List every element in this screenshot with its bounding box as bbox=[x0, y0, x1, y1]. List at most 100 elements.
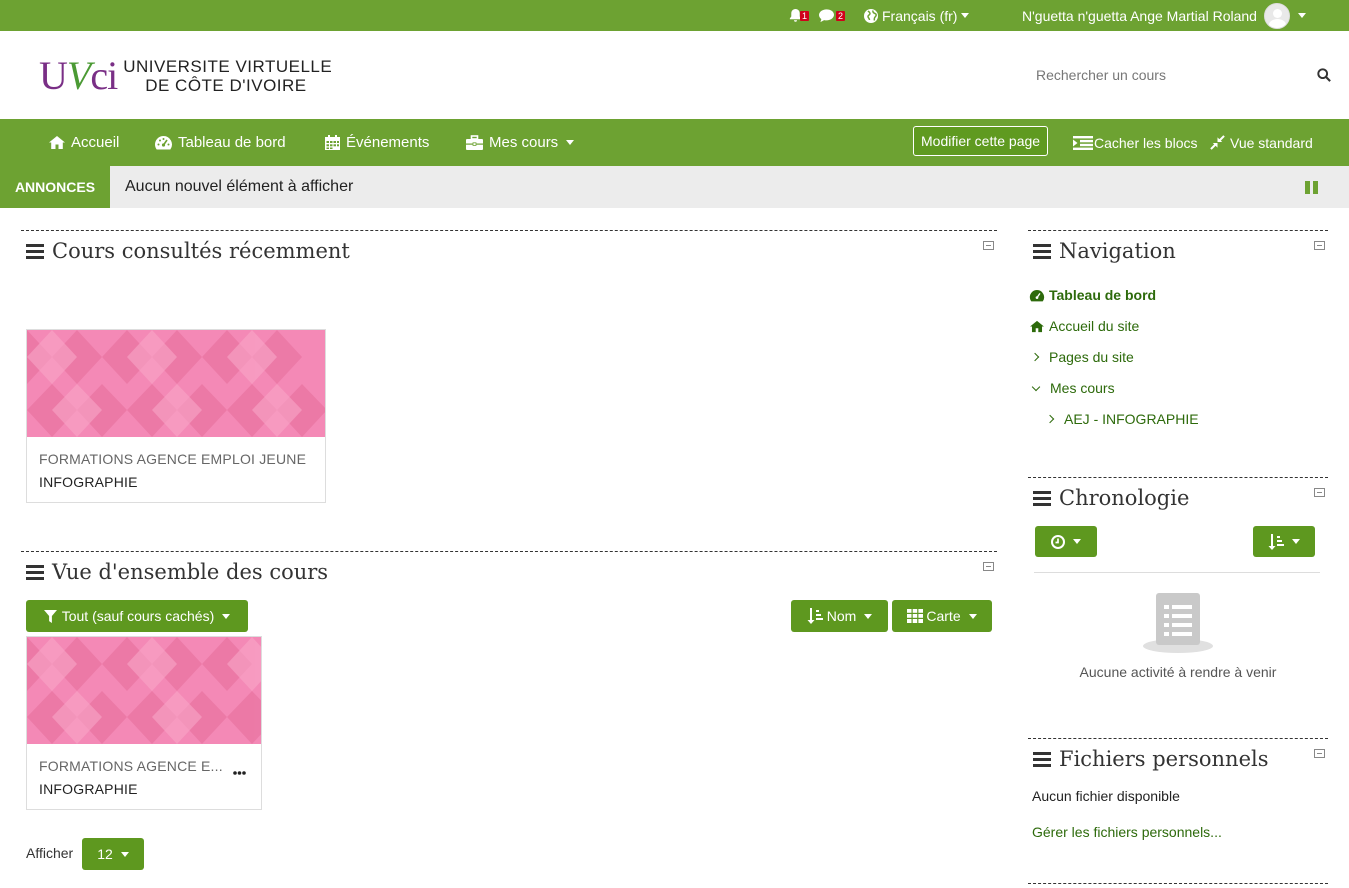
globe-icon bbox=[864, 8, 878, 23]
collapse-block-icon[interactable] bbox=[983, 562, 994, 571]
block-title-text: Navigation bbox=[1059, 239, 1176, 263]
block-title: Vue d'ensemble des cours bbox=[26, 560, 328, 584]
recent-courses-block: Cours consultés récemment FORMATIONS AGE… bbox=[21, 230, 997, 530]
nav-my-courses-label: Mes cours bbox=[489, 134, 559, 151]
search-input[interactable] bbox=[1024, 67, 1304, 83]
timeline-sort[interactable] bbox=[1253, 526, 1315, 557]
nav-tree-label: Mes cours bbox=[1050, 380, 1115, 396]
course-card[interactable]: FORMATIONS AGENCE EMPLOI JEUNE INFOGRAPH… bbox=[26, 329, 326, 503]
view-label: Carte bbox=[926, 608, 961, 624]
chevron-down-icon bbox=[222, 613, 231, 619]
nav-tree-site-home[interactable]: Accueil du site bbox=[1029, 318, 1139, 334]
nav-tree-my-courses[interactable]: Mes cours bbox=[1031, 380, 1115, 396]
announcement-bar: ANNONCES Aucun nouvel élément à afficher bbox=[0, 166, 1349, 208]
logo-line-2: DE CÔTE D'IVOIRE bbox=[145, 76, 307, 95]
chevron-down-icon bbox=[961, 13, 970, 18]
notifications-toggle[interactable]: 1 bbox=[788, 0, 810, 31]
collapse-block-icon[interactable] bbox=[1314, 749, 1325, 758]
messages-toggle[interactable]: 2 bbox=[818, 0, 846, 31]
timeline-date-filter[interactable] bbox=[1035, 526, 1097, 557]
collapse-block-icon[interactable] bbox=[1314, 488, 1325, 497]
course-image bbox=[27, 330, 325, 437]
course-card[interactable]: FORMATIONS AGENCE E... INFOGRAPHIE bbox=[26, 636, 262, 810]
chevron-down-icon bbox=[120, 851, 129, 857]
home-icon bbox=[1030, 320, 1044, 332]
sort-amount-icon bbox=[1268, 533, 1284, 550]
dashboard-icon bbox=[155, 136, 172, 150]
language-menu[interactable]: Français (fr) bbox=[863, 0, 970, 31]
top-bar: 1 2 Français (fr) N'guetta n'guetta Ange… bbox=[0, 0, 1349, 31]
hamburger-icon bbox=[1033, 243, 1051, 259]
avatar bbox=[1263, 2, 1290, 29]
course-filter-dropdown[interactable]: Tout (sauf cours cachés) bbox=[26, 600, 248, 632]
chevron-right-icon bbox=[1030, 352, 1040, 362]
briefcase-icon bbox=[466, 134, 483, 150]
private-files-block: Fichiers personnels Aucun fichier dispon… bbox=[1028, 738, 1328, 884]
hide-blocks-toggle[interactable]: Cacher les blocs bbox=[1073, 119, 1198, 166]
nav-events-label: Événements bbox=[346, 134, 430, 151]
nav-my-courses[interactable]: Mes cours bbox=[465, 119, 575, 166]
standard-view-label: Vue standard bbox=[1230, 134, 1313, 151]
more-options-icon[interactable] bbox=[233, 762, 246, 778]
nav-events[interactable]: Événements bbox=[324, 119, 429, 166]
chevron-down-icon bbox=[566, 140, 575, 145]
filter-icon bbox=[43, 609, 57, 623]
per-page-dropdown[interactable]: 12 bbox=[82, 838, 144, 870]
hamburger-icon bbox=[1033, 751, 1051, 767]
nav-home[interactable]: Accueil bbox=[48, 119, 119, 166]
nav-tree-label: Tableau de bord bbox=[1049, 287, 1157, 303]
course-overview-block: Vue d'ensemble des cours Tout (sauf cour… bbox=[21, 551, 997, 888]
nav-dashboard-label: Tableau de bord bbox=[178, 134, 286, 151]
hamburger-icon bbox=[26, 243, 44, 259]
view-dropdown[interactable]: Carte bbox=[892, 600, 992, 632]
user-menu[interactable]: N'guetta n'guetta Ange Martial Roland bbox=[1022, 0, 1306, 31]
sort-amount-icon bbox=[807, 608, 823, 624]
chevron-down-icon bbox=[1031, 382, 1041, 391]
logo-text: UNIVERSITE VIRTUELLE DE CÔTE D'IVOIRE bbox=[123, 57, 332, 95]
site-logo[interactable]: UVci UNIVERSITE VIRTUELLE DE CÔTE D'IVOI… bbox=[39, 56, 332, 96]
edit-page-button[interactable]: Modifier cette page bbox=[913, 126, 1049, 156]
uvci-logo-mark: UVci bbox=[39, 53, 118, 98]
block-title: Fichiers personnels bbox=[1033, 747, 1269, 771]
manage-files-link[interactable]: Gérer les fichiers personnels... bbox=[1032, 824, 1222, 840]
chevron-down-icon bbox=[1073, 539, 1081, 544]
nav-tree-dashboard[interactable]: Tableau de bord bbox=[1029, 287, 1156, 303]
block-title-text: Vue d'ensemble des cours bbox=[52, 560, 329, 584]
main-navbar: Accueil Tableau de bord Événements Mes c… bbox=[0, 119, 1349, 166]
search-icon[interactable] bbox=[1317, 68, 1331, 82]
timeline-empty-text: Aucune activité à rendre à venir bbox=[1079, 664, 1277, 680]
show-label: Afficher bbox=[26, 845, 74, 861]
calendar-icon bbox=[325, 135, 340, 150]
course-name[interactable]: INFOGRAPHIE bbox=[39, 781, 138, 797]
course-name[interactable]: INFOGRAPHIE bbox=[39, 474, 138, 490]
block-title: Cours consultés récemment bbox=[26, 239, 350, 263]
compress-icon bbox=[1210, 135, 1225, 150]
user-name: N'guetta n'guetta Ange Martial Roland bbox=[1022, 7, 1257, 24]
block-title-text: Fichiers personnels bbox=[1059, 747, 1269, 771]
chevron-down-icon bbox=[968, 613, 977, 619]
nav-dashboard[interactable]: Tableau de bord bbox=[154, 119, 286, 166]
nav-tree-label: AEJ - INFOGRAPHIE bbox=[1064, 411, 1199, 427]
nav-tree-course[interactable]: AEJ - INFOGRAPHIE bbox=[1045, 411, 1199, 427]
course-search bbox=[1024, 60, 1336, 90]
clock-icon bbox=[1051, 534, 1065, 549]
chat-bubble-icon bbox=[819, 9, 834, 23]
block-title: Chronologie bbox=[1033, 486, 1189, 510]
chevron-right-icon bbox=[1045, 414, 1055, 424]
language-label: Français (fr) bbox=[882, 7, 958, 24]
standard-view-toggle[interactable]: Vue standard bbox=[1210, 119, 1313, 166]
sort-dropdown[interactable]: Nom bbox=[791, 600, 888, 632]
nav-tree-site-pages[interactable]: Pages du site bbox=[1030, 349, 1134, 365]
block-title-text: Cours consultés récemment bbox=[52, 239, 350, 263]
collapse-block-icon[interactable] bbox=[983, 241, 994, 250]
navigation-block: Navigation Tableau de bord Accueil du si… bbox=[1028, 230, 1328, 470]
site-header: UVci UNIVERSITE VIRTUELLE DE CÔTE D'IVOI… bbox=[0, 31, 1349, 119]
course-category: FORMATIONS AGENCE E... bbox=[39, 758, 223, 774]
home-icon bbox=[49, 136, 65, 149]
pause-icon[interactable] bbox=[1305, 181, 1318, 194]
course-image bbox=[27, 637, 261, 744]
nav-tree-label: Pages du site bbox=[1049, 349, 1134, 365]
hide-blocks-label: Cacher les blocs bbox=[1094, 134, 1198, 151]
hamburger-icon bbox=[1033, 490, 1051, 506]
collapse-block-icon[interactable] bbox=[1314, 241, 1325, 250]
